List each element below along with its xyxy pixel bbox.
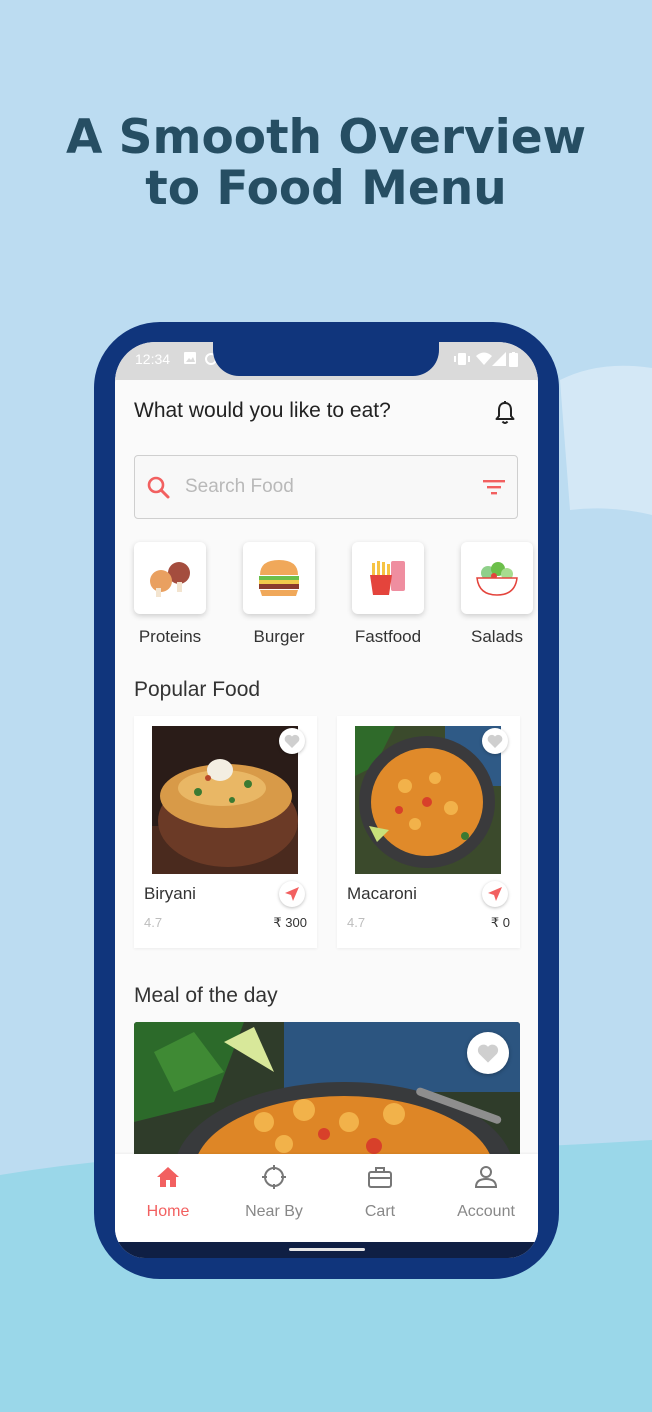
category-proteins[interactable]: Proteins [130, 542, 210, 647]
meal-of-day-card[interactable] [134, 1022, 520, 1172]
nav-label: Cart [364, 1203, 396, 1220]
favorite-button[interactable] [279, 728, 305, 754]
food-price: ₹ 0 [490, 915, 510, 930]
fries-icon [370, 561, 405, 595]
phone-notch [213, 342, 439, 376]
biryani-photo [152, 726, 298, 874]
nav-account[interactable]: Account [433, 1154, 538, 1242]
image-icon [184, 352, 196, 364]
burger-icon [259, 560, 299, 596]
search-input[interactable]: Search Food [185, 476, 294, 498]
category-label: Proteins [138, 627, 202, 646]
gesture-bar [115, 1242, 538, 1258]
food-price: ₹ 300 [273, 915, 307, 930]
app-screen: 12:34 What would you like to eat? Search… [115, 342, 538, 1258]
briefcase-icon [368, 1167, 392, 1188]
category-tile[interactable] [461, 542, 533, 614]
category-burger[interactable]: Burger [239, 542, 319, 647]
search-icon [147, 476, 170, 499]
nav-near-by[interactable]: Near By [221, 1154, 327, 1242]
category-tile[interactable] [243, 542, 315, 614]
category-tile[interactable] [352, 542, 424, 614]
favorite-button[interactable] [482, 728, 508, 754]
headline-line-1: A Smooth Overview [65, 110, 587, 165]
heart-icon [284, 734, 300, 748]
navigate-button[interactable] [279, 881, 305, 907]
wifi-icon [476, 352, 492, 365]
nav-label: Near By [245, 1203, 303, 1220]
nav-label: Account [457, 1203, 515, 1220]
food-card-biryani[interactable]: Biryani 4.7 ₹ 300 [134, 716, 317, 948]
food-name: Biryani [144, 884, 196, 903]
category-label: Fastfood [354, 627, 422, 646]
category-salads[interactable]: Salads [457, 542, 537, 647]
headline: A Smooth Overview to Food Menu [0, 112, 652, 214]
food-rating: 4.7 [347, 915, 366, 930]
navigation-arrow-icon [285, 887, 299, 901]
person-icon [474, 1166, 498, 1188]
food-name: Macaroni [347, 884, 417, 903]
vibrate-icon [454, 353, 470, 365]
chicken-leg-icon [150, 562, 190, 597]
category-fastfood[interactable]: Fastfood [348, 542, 428, 647]
battery-icon [509, 352, 518, 367]
nav-label: Home [146, 1203, 190, 1220]
popular-food-title: Popular Food [134, 678, 261, 701]
nav-cart[interactable]: Cart [327, 1154, 433, 1242]
category-tile[interactable] [134, 542, 206, 614]
meal-photo [134, 1022, 520, 1172]
crosshair-icon [262, 1165, 286, 1189]
salad-bowl-icon [476, 562, 518, 596]
signal-icon [492, 352, 506, 366]
home-icon [157, 1167, 179, 1187]
status-bar: 12:34 [115, 342, 538, 380]
navigate-button[interactable] [482, 881, 508, 907]
meal-of-day-title: Meal of the day [134, 984, 278, 1007]
nav-home[interactable]: Home [115, 1154, 221, 1242]
greeting-text: What would you like to eat? [134, 399, 391, 422]
home-indicator[interactable] [289, 1248, 365, 1251]
category-label: Salads [471, 627, 523, 646]
navigation-arrow-icon [488, 887, 502, 901]
search-bar[interactable]: Search Food [134, 455, 518, 519]
favorite-button[interactable] [467, 1032, 509, 1074]
bell-icon[interactable] [493, 400, 517, 426]
food-rating: 4.7 [144, 915, 163, 930]
heart-icon [477, 1044, 499, 1063]
category-label: Burger [253, 627, 305, 646]
food-card-macaroni[interactable]: Macaroni 4.7 ₹ 0 [337, 716, 520, 948]
macaroni-photo [355, 726, 501, 874]
bottom-navigation: Home Near By Cart Account [115, 1154, 538, 1242]
status-time: 12:34 [135, 351, 171, 367]
filter-icon[interactable] [482, 477, 506, 497]
headline-line-2: to Food Menu [145, 161, 507, 216]
heart-icon [487, 734, 503, 748]
